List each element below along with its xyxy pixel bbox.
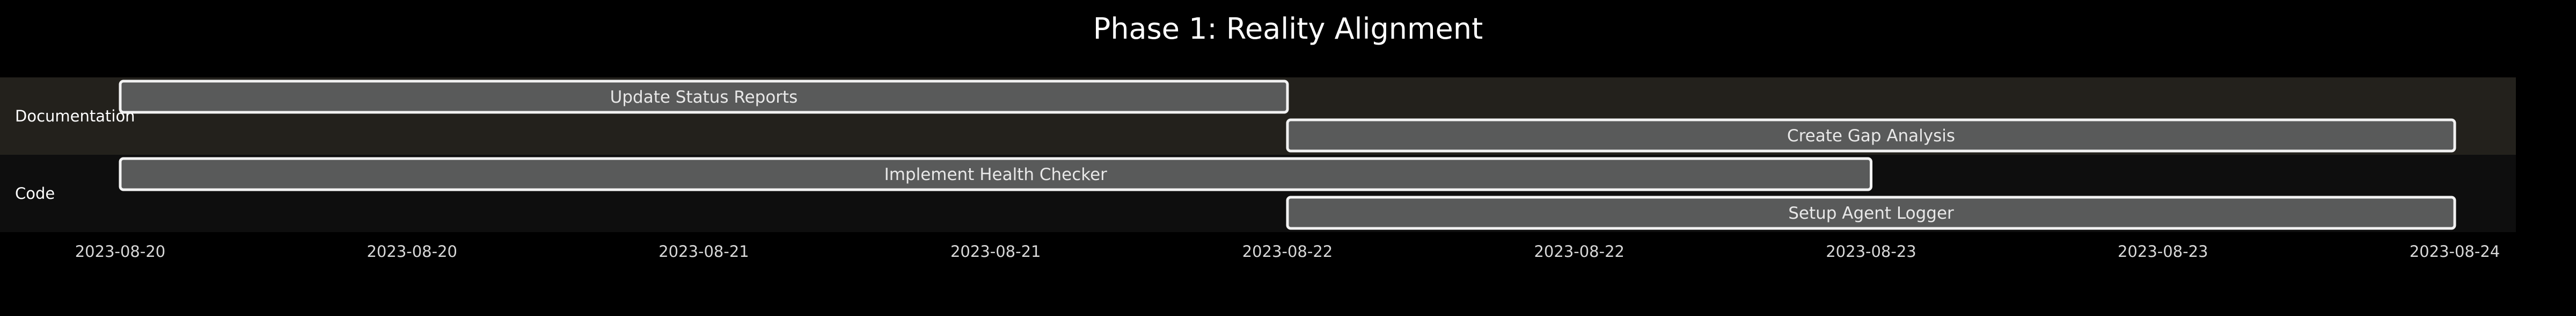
x-tick-label: 2023-08-20 [367, 242, 457, 261]
x-tick-label: 2023-08-21 [950, 242, 1041, 261]
x-tick-label: 2023-08-24 [2410, 242, 2500, 261]
task-label: Setup Agent Logger [1788, 204, 1954, 223]
gantt-chart: Phase 1: Reality Alignment Documentation… [0, 12, 2516, 261]
chart-title: Phase 1: Reality Alignment [1093, 12, 1483, 46]
task-label: Create Gap Analysis [1787, 126, 1955, 146]
x-tick-label: 2023-08-22 [1242, 242, 1333, 261]
x-tick-label: 2023-08-23 [1826, 242, 1916, 261]
section-label: Code [15, 184, 55, 203]
task-label: Update Status Reports [610, 88, 798, 107]
x-tick-label: 2023-08-21 [658, 242, 749, 261]
x-tick-label: 2023-08-23 [2118, 242, 2208, 261]
x-tick-label: 2023-08-20 [75, 242, 166, 261]
x-axis: 2023-08-20 2023-08-20 2023-08-21 2023-08-21… [75, 242, 2500, 261]
task-label: Implement Health Checker [884, 165, 1108, 184]
x-tick-label: 2023-08-22 [1534, 242, 1624, 261]
section-label: Documentation [15, 107, 135, 125]
